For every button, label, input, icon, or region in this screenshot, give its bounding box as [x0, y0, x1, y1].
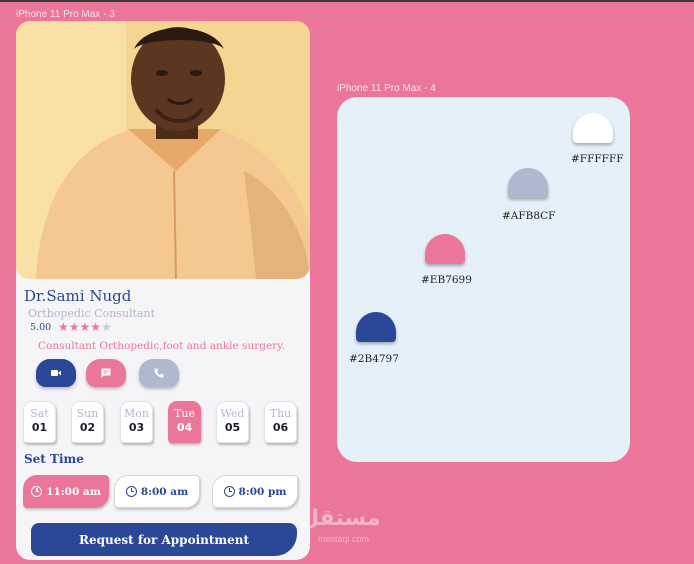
- day-name: Sat: [30, 407, 49, 420]
- day-tue[interactable]: Tue 04: [168, 401, 201, 443]
- day-name: Thu: [269, 407, 292, 420]
- clock-icon: [125, 486, 137, 497]
- chat-button[interactable]: [86, 359, 126, 387]
- day-thu[interactable]: Thu 06: [264, 401, 297, 443]
- day-mon[interactable]: Mon 03: [120, 401, 153, 443]
- frame-label-palette: iPhone 11 Pro Max - 4: [337, 83, 436, 94]
- swatch-white: [573, 113, 613, 143]
- frame-label-profile: iPhone 11 Pro Max - 3: [16, 9, 115, 20]
- swatch-label-gray-blue: #AFB8CF: [502, 210, 556, 222]
- time-slot-800am[interactable]: 8:00 am: [114, 475, 200, 508]
- time-slot-800pm[interactable]: 8:00 pm: [212, 475, 298, 508]
- video-call-button[interactable]: [36, 359, 76, 387]
- phone-call-button[interactable]: [139, 359, 179, 387]
- request-appointment-button[interactable]: Request for Appointment: [31, 523, 297, 556]
- day-number: 04: [176, 421, 193, 434]
- day-number: 05: [224, 421, 241, 434]
- clock-icon: [31, 486, 43, 497]
- doctor-description: Consultant Orthopedic,foot and ankle sur…: [38, 340, 286, 352]
- time-label: 8:00 pm: [238, 485, 287, 498]
- time-label: 11:00 am: [46, 485, 101, 498]
- day-name: Wed: [220, 407, 245, 420]
- day-number: 03: [128, 421, 145, 434]
- swatch-gray-blue: [508, 168, 548, 198]
- set-time-heading: Set Time: [24, 452, 84, 466]
- time-label: 8:00 am: [140, 485, 189, 498]
- star-icon: ★: [58, 320, 69, 334]
- rating-stars: ★★★★★: [58, 320, 112, 334]
- day-name: Tue: [174, 407, 195, 420]
- day-sat[interactable]: Sat 01: [23, 401, 56, 443]
- doctor-name: Dr.Sami Nugd: [24, 287, 132, 305]
- phone-icon: [154, 368, 164, 378]
- star-icon: ★: [79, 320, 91, 334]
- day-wed[interactable]: Wed 05: [216, 401, 249, 443]
- doctor-portrait-image: [16, 21, 310, 279]
- day-sun[interactable]: Sun 02: [71, 401, 104, 443]
- star-icon: ★: [90, 320, 102, 334]
- swatch-navy: [356, 312, 396, 342]
- doctor-profile-screen: Dr.Sami Nugd Orthopedic Consultant 5.00 …: [16, 21, 310, 560]
- chat-icon: [101, 368, 111, 378]
- doctor-photo: [16, 21, 310, 279]
- star-icon: ★: [68, 320, 80, 334]
- top-border: [0, 0, 694, 2]
- day-number: 02: [79, 421, 96, 434]
- watermark-logo: مستقل: [300, 506, 381, 531]
- day-name: Mon: [124, 407, 149, 420]
- doctor-specialty: Orthopedic Consultant: [28, 307, 156, 320]
- color-palette-screen: #FFFFFF #AFB8CF #EB7699 #2B4797: [337, 97, 630, 462]
- swatch-label-navy: #2B4797: [349, 353, 399, 365]
- swatch-label-pink: #EB7699: [421, 274, 472, 286]
- day-name: Sun: [76, 407, 99, 420]
- watermark-url: mostaql.com: [318, 534, 370, 544]
- clock-icon: [223, 486, 235, 497]
- video-call-icon: [51, 370, 61, 376]
- time-slot-1100am[interactable]: 11:00 am: [23, 475, 109, 508]
- day-number: 01: [31, 421, 48, 434]
- swatch-label-white: #FFFFFF: [571, 153, 624, 165]
- swatch-pink: [425, 234, 465, 264]
- rating-value: 5.00: [30, 322, 52, 333]
- day-number: 06: [272, 421, 289, 434]
- star-icon: ★: [101, 320, 112, 334]
